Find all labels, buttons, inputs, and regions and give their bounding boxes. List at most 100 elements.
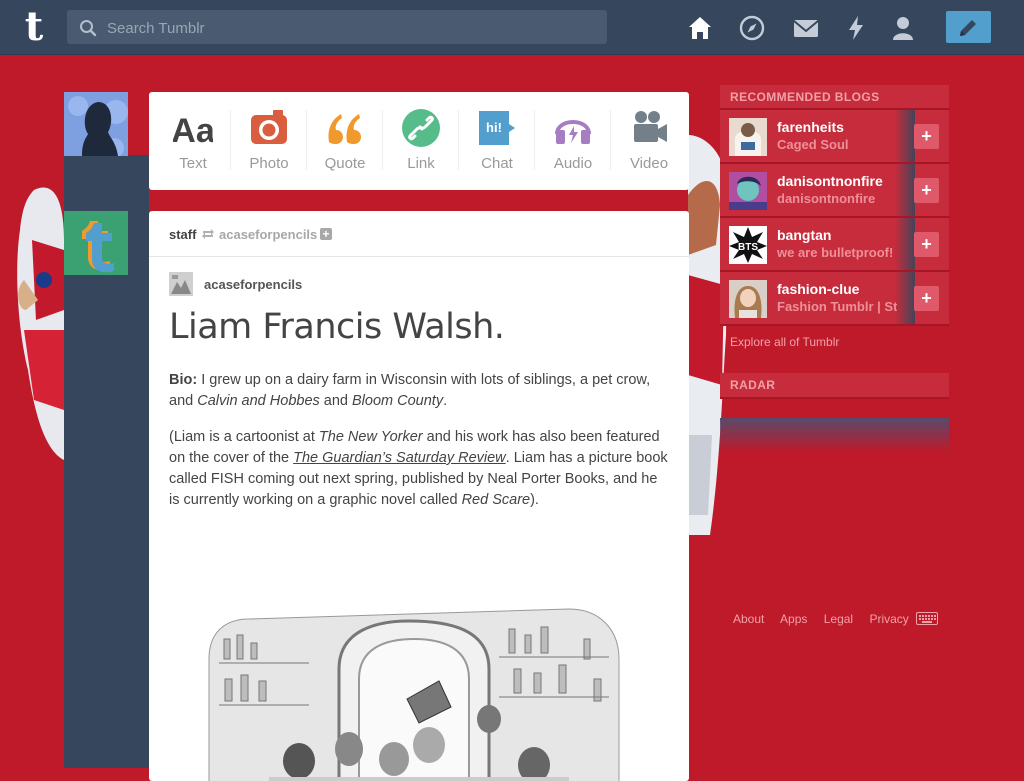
top-nav: t xyxy=(0,0,1024,55)
follow-button[interactable]: + xyxy=(914,286,939,311)
body-emphasis: Red Scare xyxy=(461,492,531,508)
background-player-left xyxy=(17,187,64,460)
account-icon[interactable] xyxy=(889,14,917,42)
video-camera-icon xyxy=(634,111,667,142)
staff-avatar[interactable] xyxy=(64,211,128,275)
bio-emphasis: Bloom County xyxy=(352,393,444,409)
recommended-blogs-heading: RECOMMENDED BLOGS xyxy=(730,90,880,104)
post-bio-paragraph: Bio: I grew up on a dairy farm in Wiscon… xyxy=(169,370,669,412)
svg-text:Aa: Aa xyxy=(173,112,213,148)
recommended-blog-row[interactable]: danisontnonfire danisontnonfire + xyxy=(720,164,949,218)
source-avatar[interactable] xyxy=(169,272,193,296)
dashboard-post: staff acaseforpencils + acaseforpencils … xyxy=(149,211,689,781)
svg-text:BTS: BTS xyxy=(738,242,758,253)
user-avatar[interactable] xyxy=(64,92,128,156)
tumblr-logo[interactable]: t xyxy=(16,7,52,47)
recommended-blog-row[interactable]: farenheits Caged Soul + xyxy=(720,110,949,164)
post-title: Liam Francis Walsh. xyxy=(169,307,505,347)
blog-subtitle: Fashion Tumblr | Str xyxy=(777,299,897,314)
home-icon[interactable] xyxy=(686,14,714,42)
body-text: (Liam is a cartoonist at xyxy=(169,429,319,445)
follow-button[interactable]: + xyxy=(914,124,939,149)
post-type-label: Quote xyxy=(324,155,366,172)
quote-icon xyxy=(328,114,361,144)
post-type-photo[interactable]: Photo xyxy=(231,92,307,190)
bio-emphasis: Calvin and Hobbes xyxy=(197,393,320,409)
blog-subtitle: Caged Soul xyxy=(777,137,849,152)
svg-text:hi!: hi! xyxy=(486,120,502,135)
compose-button[interactable] xyxy=(946,11,991,43)
post-body-paragraph: (Liam is a cartoonist at The New Yorker … xyxy=(169,427,669,511)
reblog-icon xyxy=(202,229,214,239)
footer-link-legal[interactable]: Legal xyxy=(824,612,853,626)
body-text: ). xyxy=(530,492,539,508)
blog-subtitle: we are bulletproof! xyxy=(777,245,894,260)
explore-icon[interactable] xyxy=(738,14,766,42)
silhouette-icon xyxy=(64,92,128,156)
footer-link-apps[interactable]: Apps xyxy=(780,612,807,626)
camera-icon xyxy=(251,110,287,144)
poster-name[interactable]: staff xyxy=(169,227,196,242)
blog-name[interactable]: bangtan xyxy=(777,227,831,243)
cartoon-image[interactable] xyxy=(189,599,629,781)
post-type-audio[interactable]: Audio xyxy=(535,92,611,190)
post-type-link[interactable]: Link xyxy=(383,92,459,190)
radar-header: RADAR xyxy=(720,373,949,399)
post-type-quote[interactable]: Quote xyxy=(307,92,383,190)
recommended-blog-row[interactable]: fashion-clue Fashion Tumblr | Str + xyxy=(720,272,949,326)
blog-name[interactable]: farenheits xyxy=(777,119,844,135)
bio-text: . xyxy=(443,393,448,409)
activity-icon[interactable] xyxy=(842,14,870,42)
follow-plus-button[interactable]: + xyxy=(320,228,332,240)
blog-name[interactable]: danisontnonfire xyxy=(777,173,883,189)
row-fade xyxy=(895,110,915,162)
source-blog-name[interactable]: acaseforpencils xyxy=(204,277,302,292)
post-type-label: Audio xyxy=(553,155,593,172)
explore-all-link[interactable]: Explore all of Tumblr xyxy=(730,335,839,349)
blog-avatar[interactable]: BTS xyxy=(729,226,767,264)
follow-button[interactable]: + xyxy=(914,232,939,257)
radar-heading: RADAR xyxy=(730,378,776,392)
body-emphasis: The New Yorker xyxy=(318,429,423,445)
blog-avatar[interactable] xyxy=(729,280,767,318)
keyboard-shortcuts-icon[interactable] xyxy=(916,612,938,625)
blog-subtitle: danisontnonfire xyxy=(777,191,876,206)
row-fade xyxy=(895,218,915,270)
follow-button[interactable]: + xyxy=(914,178,939,203)
post-type-label: Photo xyxy=(249,155,289,172)
post-type-label: Video xyxy=(629,155,669,172)
post-header: staff acaseforpencils + xyxy=(149,211,689,257)
guardian-link[interactable]: The Guardian’s Saturday Review xyxy=(293,450,506,466)
search-box[interactable] xyxy=(67,10,607,46)
row-fade xyxy=(895,272,915,324)
post-type-label: Chat xyxy=(481,155,513,172)
footer-links: About Apps Legal Privacy xyxy=(733,612,922,626)
row-fade xyxy=(895,164,915,216)
search-input[interactable] xyxy=(105,10,599,46)
pencil-icon xyxy=(960,20,976,36)
post-type-label: Link xyxy=(407,155,435,172)
blog-avatar[interactable] xyxy=(729,118,767,156)
post-type-text[interactable]: Aa Text xyxy=(155,92,231,190)
recommended-blog-row[interactable]: BTS bangtan we are bulletproof! + xyxy=(720,218,949,272)
text-icon: Aa xyxy=(173,112,213,148)
post-type-chat[interactable]: hi! Chat xyxy=(459,92,535,190)
recommended-blogs-header: RECOMMENDED BLOGS xyxy=(720,85,949,110)
footer-link-privacy[interactable]: Privacy xyxy=(869,612,908,626)
chat-icon: hi! xyxy=(479,111,515,145)
blog-name[interactable]: fashion-clue xyxy=(777,281,859,297)
headphones-icon xyxy=(555,120,591,144)
inbox-icon[interactable] xyxy=(792,14,820,42)
search-icon xyxy=(80,20,97,37)
tumblr-staff-icon xyxy=(64,211,128,275)
reblog-source-name[interactable]: acaseforpencils xyxy=(219,227,317,242)
post-type-label: Text xyxy=(179,155,207,172)
blog-avatar[interactable] xyxy=(729,172,767,210)
footer-link-about[interactable]: About xyxy=(733,612,764,626)
radar-content-placeholder xyxy=(720,418,949,452)
post-type-bar: Aa Text Photo Quote Link hi! Chat Audio … xyxy=(149,92,689,190)
post-type-video[interactable]: Video xyxy=(611,92,687,190)
bio-text: and xyxy=(319,393,353,409)
link-icon xyxy=(402,109,440,147)
bio-label: Bio: xyxy=(169,372,198,388)
